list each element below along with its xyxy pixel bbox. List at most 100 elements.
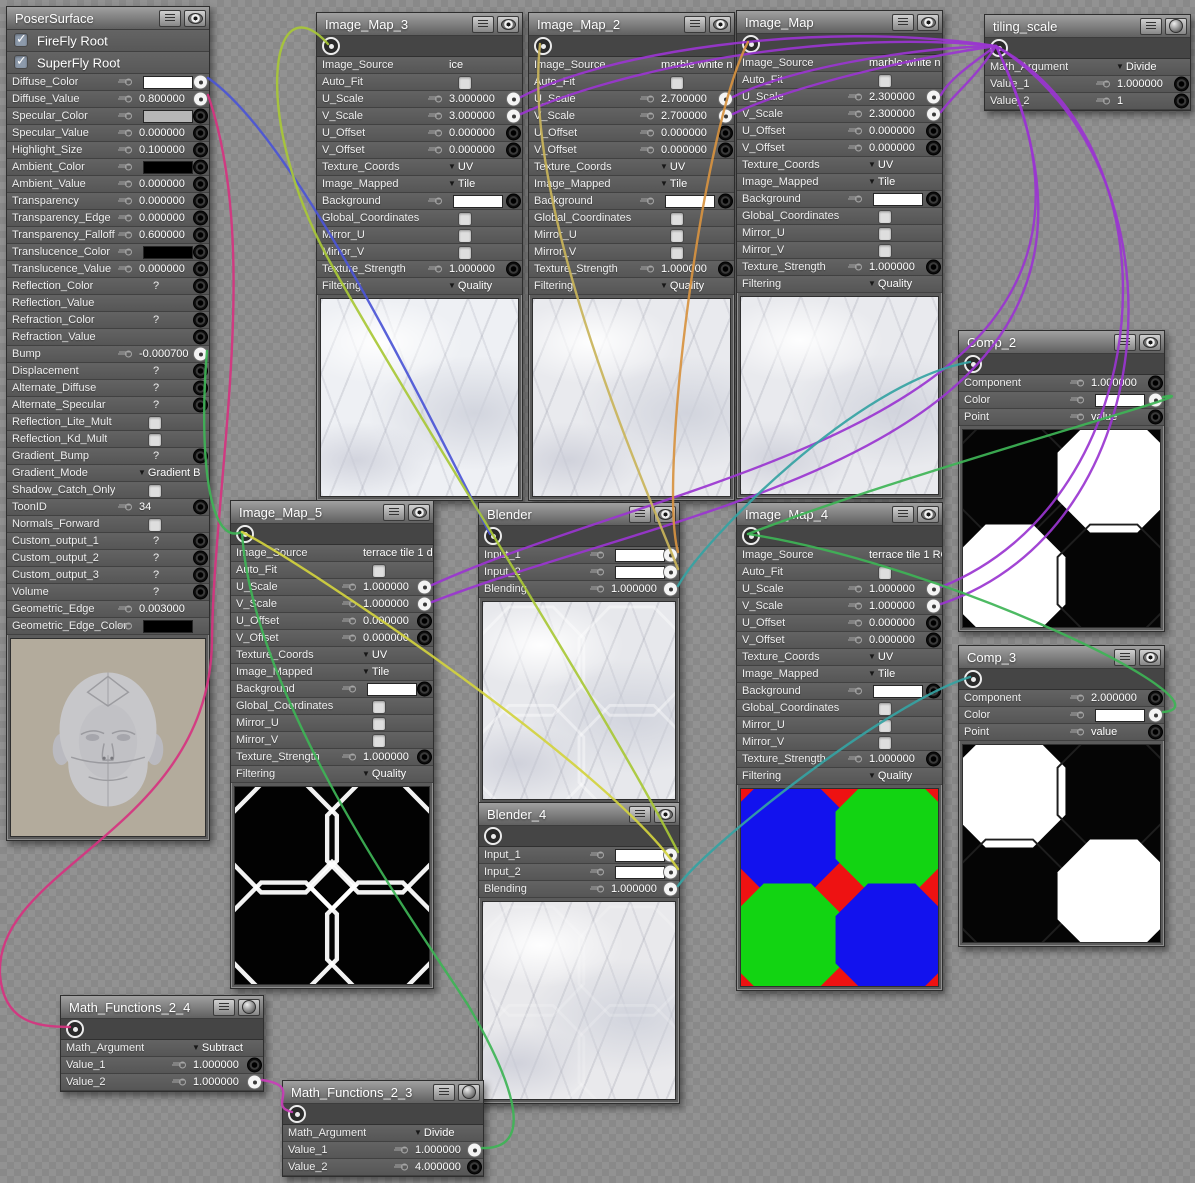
input-plug[interactable] xyxy=(193,126,208,141)
output-plug[interactable] xyxy=(964,355,982,373)
output-plug[interactable] xyxy=(66,1020,84,1038)
dropdown[interactable]: ▼Subtract xyxy=(192,1042,243,1054)
param-value[interactable]: 1.000000 xyxy=(193,1076,239,1088)
param-value[interactable]: 1.000000 xyxy=(415,1144,461,1156)
input-plug-connected[interactable] xyxy=(663,848,678,863)
node-Math_Functions_2_4[interactable]: Math_Functions_2_4Math_Argument▼Subtract… xyxy=(60,995,264,1092)
checkbox[interactable] xyxy=(458,246,472,260)
node-header[interactable]: Image_Map_2 xyxy=(529,13,734,36)
param-value[interactable]: 2.300000 xyxy=(869,91,915,103)
input-plug-connected[interactable] xyxy=(663,865,678,880)
param-value[interactable]: 0.000000 xyxy=(449,127,495,139)
color-swatch[interactable] xyxy=(873,193,923,206)
param-value[interactable]: 2.700000 xyxy=(661,93,707,105)
dropdown[interactable]: ▼Divide xyxy=(414,1127,455,1139)
input-plug[interactable] xyxy=(193,262,208,277)
dropdown[interactable]: ▼Tile xyxy=(660,178,687,190)
output-plug[interactable] xyxy=(288,1105,306,1123)
node-menu-button[interactable] xyxy=(629,506,651,523)
node-Blender[interactable]: BlenderInput_1Input_2Blending1.000000 xyxy=(478,502,680,804)
input-plug[interactable] xyxy=(193,296,208,311)
node-Comp_2[interactable]: Comp_2Component1.000000ColorPointvalue xyxy=(958,330,1165,632)
param-value[interactable]: 1.000000 xyxy=(869,600,915,612)
param-value[interactable]: 1.000000 xyxy=(869,583,915,595)
node-header[interactable]: Image_Map_5 xyxy=(231,501,433,524)
param-value[interactable]: 0.000000 xyxy=(661,144,707,156)
input-plug-connected[interactable] xyxy=(663,882,678,897)
param-value[interactable]: 0.800000 xyxy=(139,93,185,105)
checkbox[interactable] xyxy=(878,244,892,258)
param-value[interactable]: 0.000000 xyxy=(139,195,185,207)
dropdown[interactable]: ▼Tile xyxy=(868,176,895,188)
input-plug[interactable] xyxy=(193,568,208,583)
input-plug[interactable] xyxy=(718,126,733,141)
node-PoserSurface[interactable]: PoserSurfaceFireFly RootSuperFly RootDif… xyxy=(6,6,210,841)
node-header[interactable]: PoserSurface xyxy=(7,7,209,30)
color-swatch[interactable] xyxy=(615,866,665,879)
checkbox[interactable] xyxy=(878,210,892,224)
input-plug[interactable] xyxy=(926,141,941,156)
input-plug[interactable] xyxy=(247,1058,262,1073)
input-plug-connected[interactable] xyxy=(663,548,678,563)
param-value[interactable]: 0.100000 xyxy=(139,144,185,156)
dropdown[interactable]: ▼UV xyxy=(660,161,685,173)
node-menu-button[interactable] xyxy=(684,16,706,33)
input-plug[interactable] xyxy=(926,752,941,767)
param-value[interactable]: 0.000000 xyxy=(363,615,409,627)
node-header[interactable]: Comp_3 xyxy=(959,646,1164,669)
param-value[interactable]: -0.000700 xyxy=(139,348,189,360)
input-plug[interactable] xyxy=(926,192,941,207)
input-plug-connected[interactable] xyxy=(417,597,432,612)
input-plug[interactable] xyxy=(926,124,941,139)
checkbox[interactable] xyxy=(372,717,386,731)
input-plug[interactable] xyxy=(193,279,208,294)
checkbox[interactable] xyxy=(148,416,162,430)
preview-toggle-button[interactable] xyxy=(408,504,430,521)
node-header[interactable]: Image_Map_4 xyxy=(737,503,942,526)
input-plug[interactable] xyxy=(718,194,733,209)
preview-toggle-button[interactable] xyxy=(917,14,939,31)
dropdown[interactable]: ▼UV xyxy=(868,159,893,171)
output-plug[interactable] xyxy=(742,35,760,53)
param-value[interactable]: 0.000000 xyxy=(363,632,409,644)
node-header[interactable]: Image_Map_3 xyxy=(317,13,522,36)
input-plug-connected[interactable] xyxy=(506,92,521,107)
checkbox[interactable] xyxy=(670,229,684,243)
dropdown[interactable]: ▼Tile xyxy=(362,666,389,678)
param-value[interactable]: 1.000000 xyxy=(363,751,409,763)
checkbox[interactable] xyxy=(878,566,892,580)
color-swatch[interactable] xyxy=(453,195,503,208)
dropdown[interactable]: ▼Tile xyxy=(868,668,895,680)
input-plug[interactable] xyxy=(1174,94,1189,109)
node-menu-button[interactable] xyxy=(1114,649,1136,666)
input-plug-connected[interactable] xyxy=(247,1075,262,1090)
input-plug-connected[interactable] xyxy=(506,109,521,124)
output-plug[interactable] xyxy=(484,827,502,845)
node-Math_Functions_2_3[interactable]: Math_Functions_2_3Math_Argument▼DivideVa… xyxy=(282,1080,484,1177)
node-graph-canvas[interactable]: PoserSurfaceFireFly RootSuperFly RootDif… xyxy=(0,0,1195,1183)
dropdown[interactable]: ▼UV xyxy=(362,649,387,661)
param-value[interactable]: marble white n greys xyxy=(661,59,734,71)
checkbox[interactable] xyxy=(878,227,892,241)
dropdown[interactable]: ▼Quality xyxy=(868,278,912,290)
param-value[interactable]: 0.600000 xyxy=(139,229,185,241)
node-tiling_scale[interactable]: tiling_scaleMath_Argument▼DivideValue_11… xyxy=(984,14,1191,111)
input-plug[interactable] xyxy=(417,750,432,765)
preview-toggle-button[interactable] xyxy=(654,806,676,823)
preview-toggle-button[interactable] xyxy=(1139,649,1161,666)
param-value[interactable]: 2.700000 xyxy=(661,110,707,122)
node-Comp_3[interactable]: Comp_3Component2.000000ColorPointvalue xyxy=(958,645,1165,947)
input-plug-connected[interactable] xyxy=(417,580,432,595)
input-plug[interactable] xyxy=(193,585,208,600)
preview-toggle-button[interactable] xyxy=(917,506,939,523)
param-value[interactable]: ice xyxy=(449,59,463,71)
preview-toggle-button[interactable] xyxy=(238,999,260,1016)
input-plug[interactable] xyxy=(417,614,432,629)
param-value[interactable]: terrace tile 1 displacem xyxy=(363,547,433,559)
node-header[interactable]: Math_Functions_2_4 xyxy=(61,996,263,1019)
input-plug[interactable] xyxy=(1148,410,1163,425)
input-plug[interactable] xyxy=(193,313,208,328)
input-plug[interactable] xyxy=(506,143,521,158)
node-header[interactable]: Blender_4 xyxy=(479,803,679,826)
input-plug[interactable] xyxy=(193,211,208,226)
